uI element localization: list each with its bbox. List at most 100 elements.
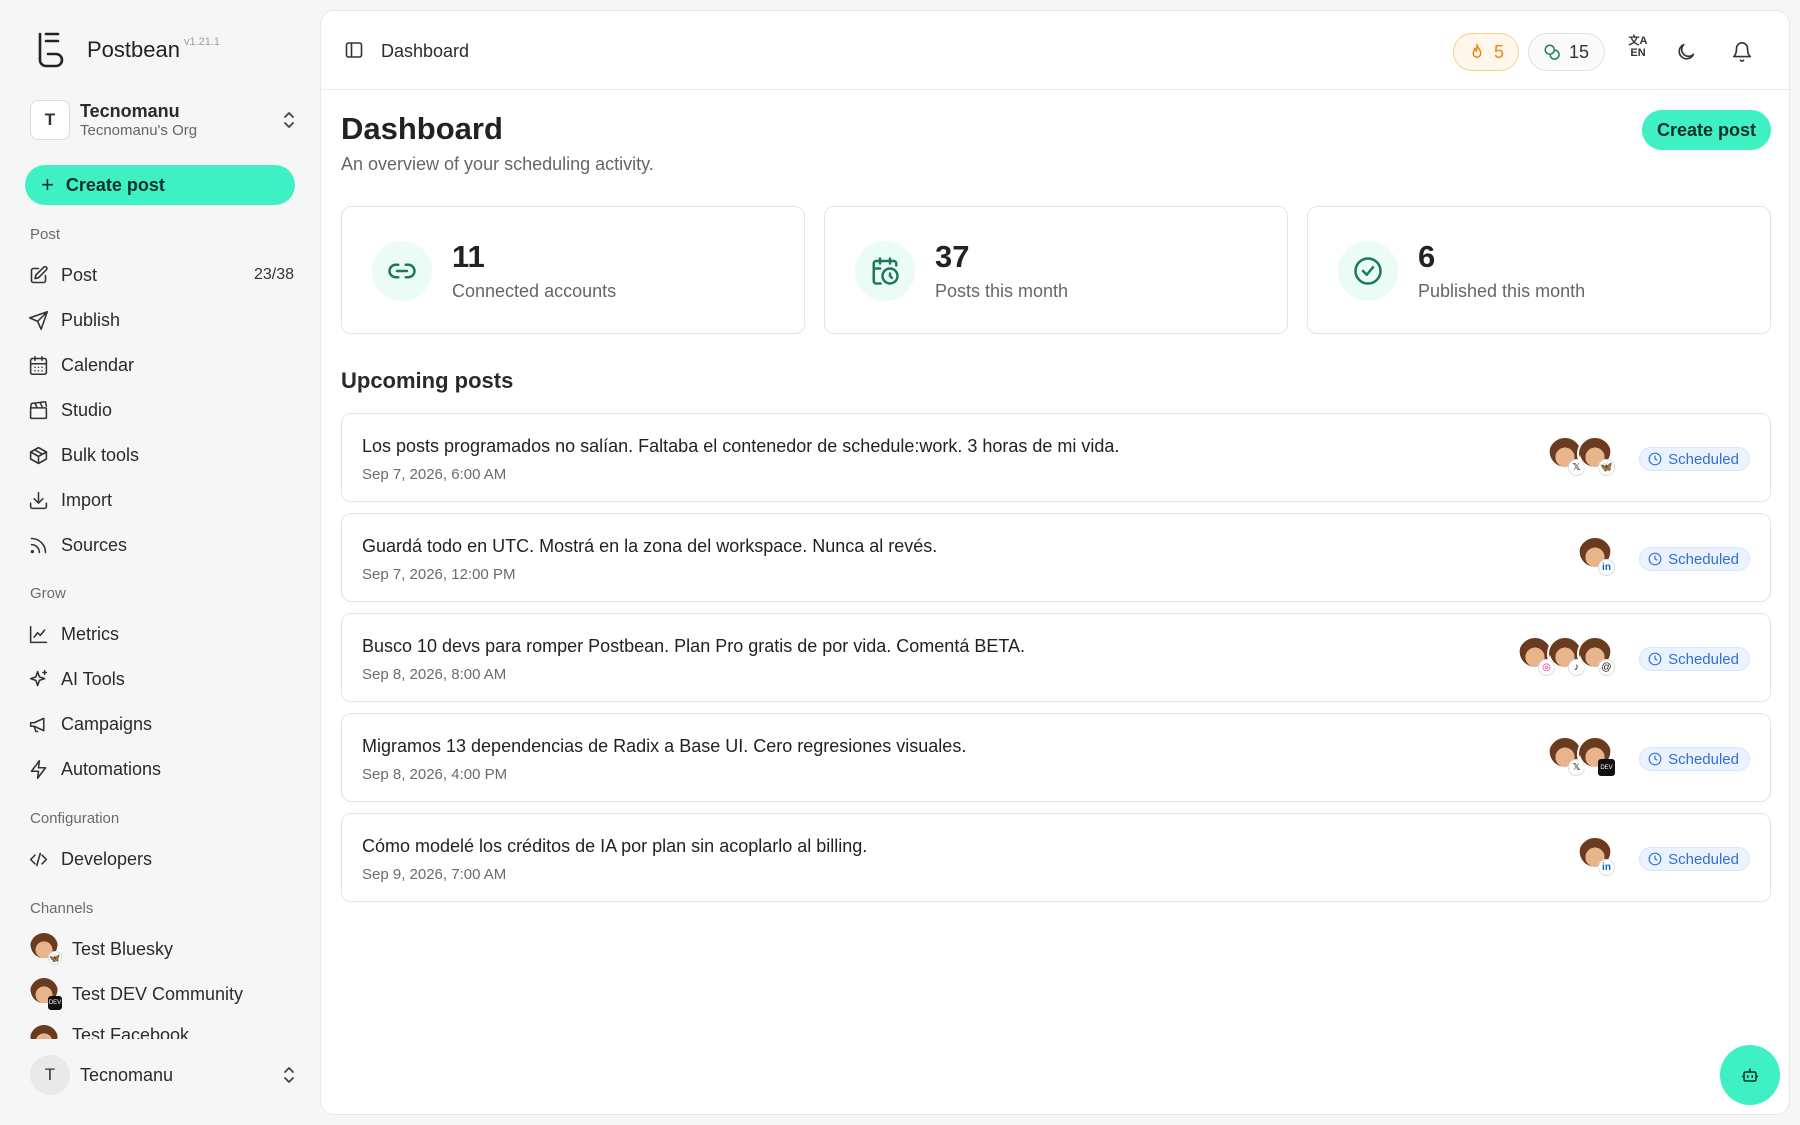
linkedin-icon: in <box>1598 859 1615 876</box>
credits-badge[interactable]: 15 <box>1528 33 1605 71</box>
sidebar-item-metrics[interactable]: Metrics <box>28 617 294 651</box>
post-text: Cómo modelé los créditos de IA por plan … <box>362 836 868 856</box>
calendar-clock-icon <box>872 257 899 285</box>
sidebar-item-import[interactable]: Import <box>28 483 294 517</box>
bell-icon[interactable] <box>1731 41 1753 63</box>
sidebar-create-post-button[interactable]: + Create post <box>25 165 295 205</box>
sidebar-item-publish-label: Publish <box>61 309 121 330</box>
user-menu[interactable]: T Tecnomanu <box>30 1055 296 1095</box>
post-channels: in <box>1577 836 1615 878</box>
channel-avatar <box>30 1025 62 1039</box>
status-badge: Scheduled <box>1639 647 1750 671</box>
create-post-button[interactable]: Create post <box>1642 110 1771 150</box>
channel-avatar: DEV <box>30 978 62 1010</box>
sidebar-item-campaigns[interactable]: Campaigns <box>28 707 294 741</box>
user-avatar: T <box>30 1055 70 1095</box>
sidebar-item-bulk-tools-label: Bulk tools <box>61 444 140 465</box>
upcoming-post-item[interactable]: Guardá todo en UTC. Mostrá en la zona de… <box>341 513 1771 602</box>
link-icon <box>388 263 416 279</box>
postbean-logo-icon <box>38 32 64 68</box>
post-date: Sep 8, 2026, 4:00 PM <box>362 766 508 783</box>
language-switcher[interactable]: 文A EN <box>1627 35 1649 59</box>
sidebar-item-ai-tools[interactable]: AI Tools <box>28 662 294 696</box>
post-date: Sep 7, 2026, 12:00 PM <box>362 566 516 583</box>
bluesky-icon: 🦋 <box>1598 459 1615 476</box>
brand-version: v1.21.1 <box>183 36 221 48</box>
channel-item[interactable]: 🦋 Test Bluesky <box>30 931 173 967</box>
moon-icon[interactable] <box>1675 41 1697 63</box>
post-channels: 𝕏 DEV <box>1547 736 1615 778</box>
bot-icon <box>1741 1068 1759 1082</box>
upcoming-post-item[interactable]: Cómo modelé los créditos de IA por plan … <box>341 813 1771 902</box>
status-badge: Scheduled <box>1639 547 1750 571</box>
stat-value: 37 <box>935 239 970 274</box>
sidebar-item-ai-tools-label: AI Tools <box>61 668 125 689</box>
clapperboard-icon <box>29 400 48 419</box>
sidebar-item-publish[interactable]: Publish <box>28 303 294 337</box>
assistant-bot-button[interactable] <box>1720 1045 1780 1105</box>
stat-label: Posts this month <box>935 281 1069 301</box>
post-date: Sep 8, 2026, 8:00 AM <box>362 666 507 683</box>
post-text: Los posts programados no salían. Faltaba… <box>362 436 1120 456</box>
code-icon <box>29 852 48 866</box>
streak-badge[interactable]: 5 <box>1453 33 1519 71</box>
streak-count: 5 <box>1493 41 1504 62</box>
status-label: Scheduled <box>1668 750 1739 768</box>
section-label-configuration: Configuration <box>30 810 120 827</box>
sidebar-item-developers[interactable]: Developers <box>28 842 294 876</box>
channel-name: Test Bluesky <box>72 938 174 959</box>
language-code: EN <box>1630 47 1646 59</box>
status-badge: Scheduled <box>1639 847 1750 871</box>
status-label: Scheduled <box>1668 450 1739 468</box>
megaphone-icon <box>29 717 45 732</box>
translate-icon: 文A <box>1628 35 1648 47</box>
calendar-icon <box>29 355 48 375</box>
upcoming-post-item[interactable]: Busco 10 devs para romper Postbean. Plan… <box>341 613 1771 702</box>
chevrons-up-down-icon <box>284 1067 294 1083</box>
edit-icon <box>30 265 48 283</box>
org-switcher[interactable]: T Tecnomanu Tecnomanu's Org <box>30 100 296 140</box>
stat-value: 6 <box>1418 239 1436 274</box>
rss-icon <box>30 537 47 553</box>
channel-name: Test DEV Community <box>72 983 244 1004</box>
sidebar-item-sources[interactable]: Sources <box>28 528 294 562</box>
sidebar-item-calendar[interactable]: Calendar <box>28 348 294 382</box>
clock-icon <box>1648 752 1662 766</box>
sidebar-item-studio[interactable]: Studio <box>28 393 294 427</box>
channel-name: Test Facebook <box>72 1025 190 1039</box>
chevrons-up-down-icon <box>284 112 294 128</box>
channel-item[interactable]: Test Facebook <box>30 1025 189 1039</box>
sidebar-create-post-label: Create post <box>65 174 165 195</box>
upcoming-posts-title: Upcoming posts <box>341 368 514 393</box>
credits-count: 15 <box>1569 41 1590 62</box>
post-text: Guardá todo en UTC. Mostrá en la zona de… <box>362 536 938 556</box>
sidebar-item-automations[interactable]: Automations <box>28 752 294 786</box>
threads-icon: @ <box>1598 659 1615 676</box>
channel-item[interactable]: DEV Test DEV Community <box>30 976 243 1012</box>
stat-card-published-this-month: 6 Published this month <box>1307 206 1771 334</box>
post-count: 23/38 <box>253 266 294 283</box>
main-panel: Dashboard 5 15 文A EN Dashboard An overvi… <box>320 10 1791 1115</box>
upcoming-post-item[interactable]: Los posts programados no salían. Faltaba… <box>341 413 1771 502</box>
flame-icon <box>1472 43 1482 58</box>
clock-icon <box>1648 552 1662 566</box>
sidebar-item-metrics-label: Metrics <box>61 623 119 644</box>
sidebar-item-post[interactable]: Post 23/38 <box>28 258 294 292</box>
zap-icon <box>30 759 47 779</box>
stat-icon-wrap <box>855 241 915 301</box>
post-date: Sep 7, 2026, 6:00 AM <box>362 466 507 483</box>
sidebar-toggle-icon[interactable] <box>345 41 363 59</box>
org-subtitle: Tecnomanu's Org <box>80 121 198 139</box>
clock-icon <box>1648 852 1662 866</box>
user-name: Tecnomanu <box>80 1064 174 1085</box>
clock-icon <box>1648 452 1662 466</box>
sidebar-item-bulk-tools[interactable]: Bulk tools <box>28 438 294 472</box>
brand[interactable]: Postbean v1.21.1 <box>32 30 220 70</box>
topbar: Dashboard 5 15 文A EN <box>321 11 1791 90</box>
plus-icon: + <box>41 172 54 197</box>
upcoming-post-item[interactable]: Migramos 13 dependencias de Radix a Base… <box>341 713 1771 802</box>
line-chart-icon <box>29 625 48 643</box>
status-label: Scheduled <box>1668 650 1739 668</box>
send-icon <box>28 310 49 330</box>
post-channels: ◎ ♪ @ <box>1517 636 1615 678</box>
